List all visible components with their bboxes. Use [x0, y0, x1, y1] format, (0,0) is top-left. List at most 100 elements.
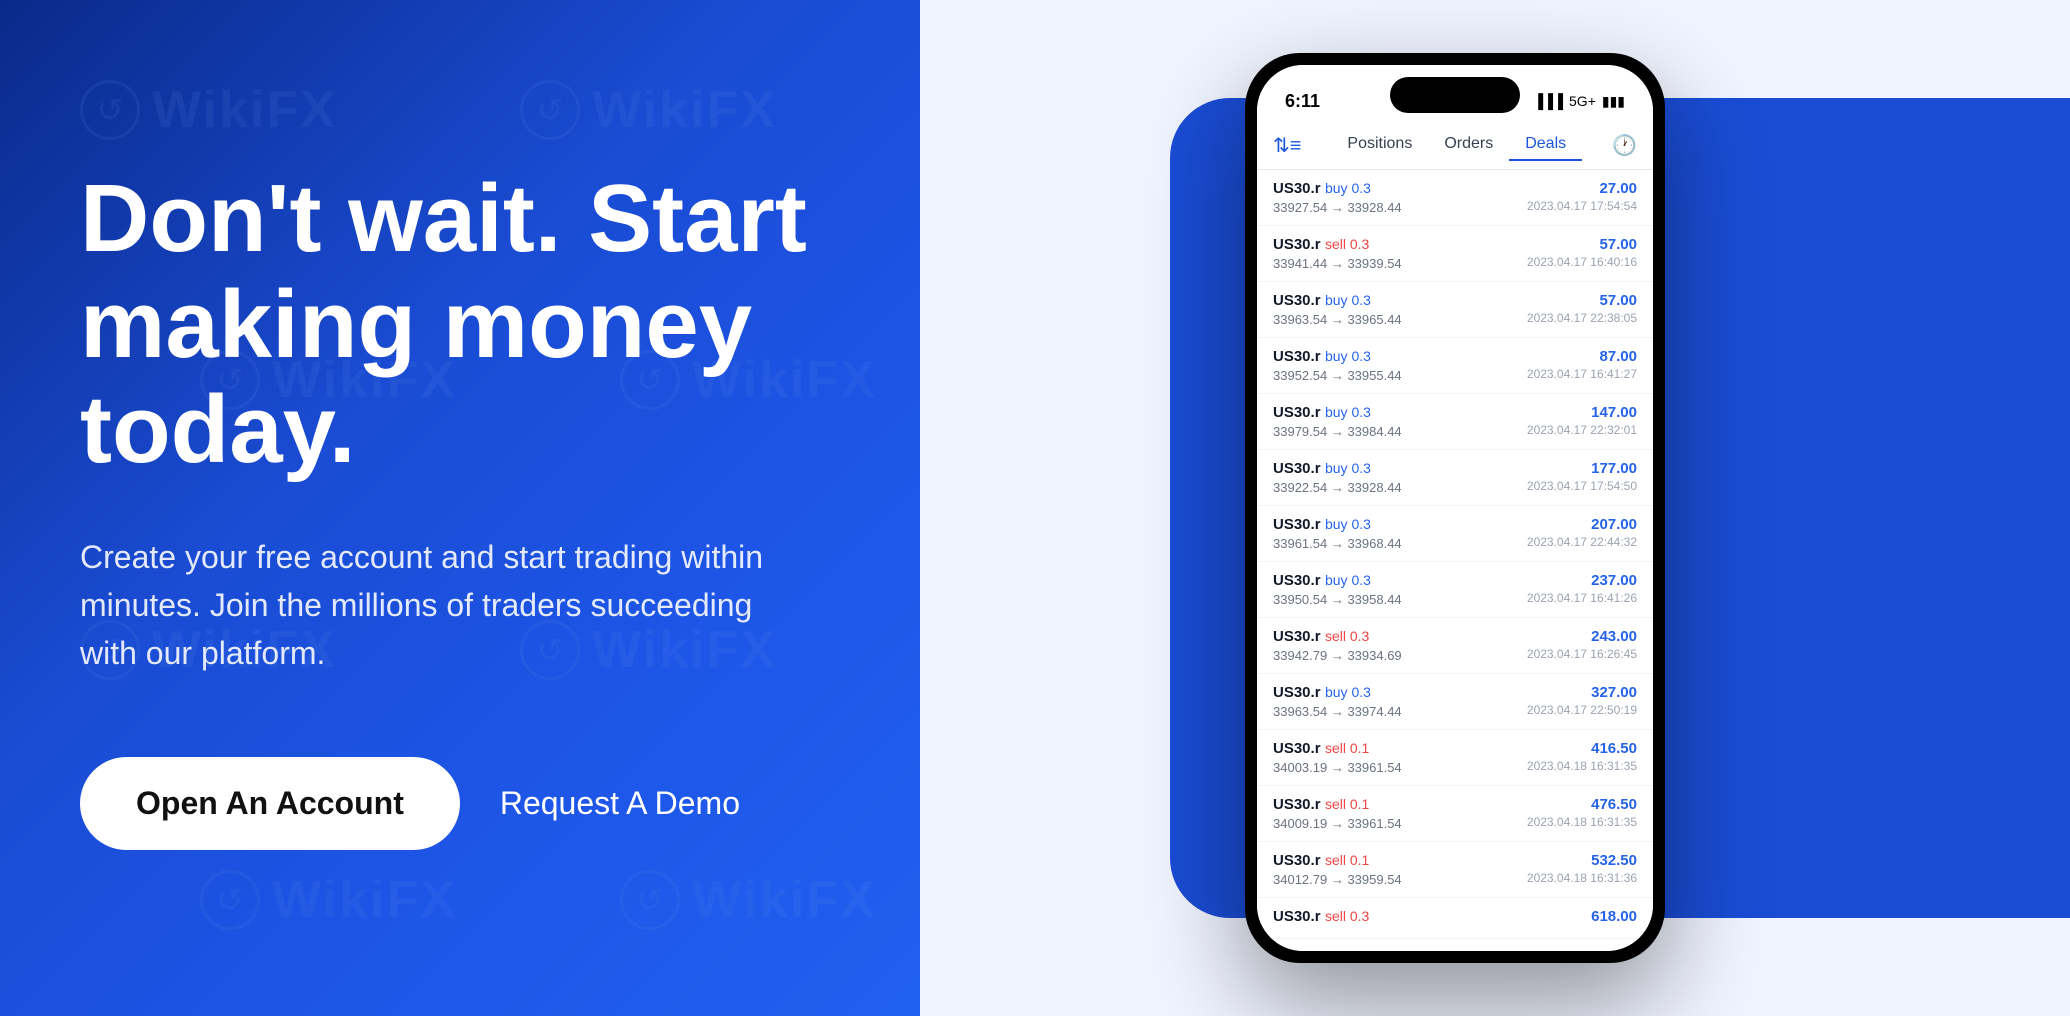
trade-time-6: 2023.04.17 22:44:32	[1527, 535, 1637, 549]
trade-row: US30.r buy 0.3 33963.54 → 33965.44 57.00…	[1257, 282, 1653, 338]
trade-symbol-11: US30.r sell 0.1	[1273, 796, 1402, 814]
trade-prices-11: 34009.19 → 33961.54	[1273, 816, 1402, 831]
trade-profit-11: 476.50	[1527, 796, 1637, 813]
trade-prices-4: 33979.54 → 33984.44	[1273, 424, 1402, 439]
trade-symbol-1: US30.r sell 0.3	[1273, 236, 1402, 254]
trade-profit-5: 177.00	[1527, 460, 1637, 477]
trade-left-2: US30.r buy 0.3 33963.54 → 33965.44	[1273, 292, 1402, 327]
trade-list: US30.r buy 0.3 33927.54 → 33928.44 27.00…	[1257, 170, 1653, 951]
trade-symbol-7: US30.r buy 0.3	[1273, 572, 1402, 590]
trade-left-13: US30.r sell 0.3	[1273, 908, 1369, 928]
trade-left-12: US30.r sell 0.1 34012.79 → 33959.54	[1273, 852, 1402, 887]
trade-row: US30.r sell 0.1 34003.19 → 33961.54 416.…	[1257, 730, 1653, 786]
battery-icon: ▮▮▮	[1602, 93, 1625, 110]
trade-left-7: US30.r buy 0.3 33950.54 → 33958.44	[1273, 572, 1402, 607]
trade-time-7: 2023.04.17 16:41:26	[1527, 591, 1637, 605]
trade-time-1: 2023.04.17 16:40:16	[1527, 255, 1637, 269]
trade-profit-4: 147.00	[1527, 404, 1637, 421]
trade-row: US30.r sell 0.3 33941.44 → 33939.54 57.0…	[1257, 226, 1653, 282]
trade-right-8: 243.00 2023.04.17 16:26:45	[1527, 628, 1637, 661]
page-wrapper: ↺ WikiFX ↺ WikiFX ↺ WikiFX ↺ WikiFX ↺ Wi…	[0, 0, 2070, 1016]
trade-profit-13: 618.00	[1591, 908, 1637, 925]
left-section: ↺ WikiFX ↺ WikiFX ↺ WikiFX ↺ WikiFX ↺ Wi…	[0, 0, 920, 1016]
trade-symbol-0: US30.r buy 0.3	[1273, 180, 1402, 198]
nav-left-icons: ⇅≡	[1273, 133, 1301, 158]
trade-left-4: US30.r buy 0.3 33979.54 → 33984.44	[1273, 404, 1402, 439]
trade-right-1: 57.00 2023.04.17 16:40:16	[1527, 236, 1637, 269]
filter-sort-icon[interactable]: ⇅≡	[1273, 133, 1301, 158]
trade-right-13: 618.00	[1591, 908, 1637, 927]
trade-symbol-10: US30.r sell 0.1	[1273, 740, 1402, 758]
watermark-7: ↺ WikiFX	[200, 870, 457, 930]
trade-prices-0: 33927.54 → 33928.44	[1273, 200, 1402, 215]
trade-profit-8: 243.00	[1527, 628, 1637, 645]
trade-right-5: 177.00 2023.04.17 17:54:50	[1527, 460, 1637, 493]
trade-right-4: 147.00 2023.04.17 22:32:01	[1527, 404, 1637, 437]
right-section: 6:11 ▐▐▐ 5G+ ▮▮▮ ⇅≡ Positions Orders	[920, 0, 2070, 1016]
trade-right-12: 532.50 2023.04.18 16:31:36	[1527, 852, 1637, 885]
open-account-button[interactable]: Open An Account	[80, 757, 460, 850]
trade-right-9: 327.00 2023.04.17 22:50:19	[1527, 684, 1637, 717]
trade-time-4: 2023.04.17 22:32:01	[1527, 423, 1637, 437]
trade-left-6: US30.r buy 0.3 33961.54 → 33968.44	[1273, 516, 1402, 551]
trade-row: US30.r sell 0.1 34009.19 → 33961.54 476.…	[1257, 786, 1653, 842]
trade-right-7: 237.00 2023.04.17 16:41:26	[1527, 572, 1637, 605]
trade-profit-0: 27.00	[1527, 180, 1637, 197]
trade-symbol-12: US30.r sell 0.1	[1273, 852, 1402, 870]
trade-profit-6: 207.00	[1527, 516, 1637, 533]
trade-right-3: 87.00 2023.04.17 16:41:27	[1527, 348, 1637, 381]
trade-prices-5: 33922.54 → 33928.44	[1273, 480, 1402, 495]
trade-time-2: 2023.04.17 22:38:05	[1527, 311, 1637, 325]
trade-row: US30.r buy 0.3 33963.54 → 33974.44 327.0…	[1257, 674, 1653, 730]
watermark-2: ↺ WikiFX	[520, 80, 777, 140]
trade-profit-10: 416.50	[1527, 740, 1637, 757]
clock-icon[interactable]: 🕐	[1612, 133, 1637, 158]
trade-left-0: US30.r buy 0.3 33927.54 → 33928.44	[1273, 180, 1402, 215]
trade-right-2: 57.00 2023.04.17 22:38:05	[1527, 292, 1637, 325]
tab-positions[interactable]: Positions	[1331, 129, 1428, 161]
phone-screen: 6:11 ▐▐▐ 5G+ ▮▮▮ ⇅≡ Positions Orders	[1257, 65, 1653, 951]
trade-left-9: US30.r buy 0.3 33963.54 → 33974.44	[1273, 684, 1402, 719]
trade-row: US30.r sell 0.1 34012.79 → 33959.54 532.…	[1257, 842, 1653, 898]
trade-prices-10: 34003.19 → 33961.54	[1273, 760, 1402, 775]
signal-bars-icon: ▐▐▐	[1533, 93, 1563, 109]
trade-prices-2: 33963.54 → 33965.44	[1273, 312, 1402, 327]
tab-group: Positions Orders Deals	[1331, 129, 1582, 161]
status-icons: ▐▐▐ 5G+ ▮▮▮	[1533, 93, 1625, 110]
trade-right-11: 476.50 2023.04.18 16:31:35	[1527, 796, 1637, 829]
trade-symbol-9: US30.r buy 0.3	[1273, 684, 1402, 702]
tab-deals[interactable]: Deals	[1509, 129, 1582, 161]
trade-row: US30.r buy 0.3 33979.54 → 33984.44 147.0…	[1257, 394, 1653, 450]
trade-symbol-3: US30.r buy 0.3	[1273, 348, 1402, 366]
trade-time-8: 2023.04.17 16:26:45	[1527, 647, 1637, 661]
trade-left-3: US30.r buy 0.3 33952.54 → 33955.44	[1273, 348, 1402, 383]
app-nav: ⇅≡ Positions Orders Deals 🕐	[1257, 121, 1653, 170]
subtext: Create your free account and start tradi…	[80, 533, 800, 677]
trade-symbol-2: US30.r buy 0.3	[1273, 292, 1402, 310]
trade-prices-1: 33941.44 → 33939.54	[1273, 256, 1402, 271]
request-demo-button[interactable]: Request A Demo	[500, 785, 740, 822]
trade-symbol-4: US30.r buy 0.3	[1273, 404, 1402, 422]
trade-time-0: 2023.04.17 17:54:54	[1527, 199, 1637, 213]
trade-time-10: 2023.04.18 16:31:35	[1527, 759, 1637, 773]
trade-symbol-6: US30.r buy 0.3	[1273, 516, 1402, 534]
trade-profit-3: 87.00	[1527, 348, 1637, 365]
trade-symbol-5: US30.r buy 0.3	[1273, 460, 1402, 478]
trade-symbol-13: US30.r sell 0.3	[1273, 908, 1369, 926]
trade-left-8: US30.r sell 0.3 33942.79 → 33934.69	[1273, 628, 1402, 663]
trade-time-11: 2023.04.18 16:31:35	[1527, 815, 1637, 829]
trade-left-5: US30.r buy 0.3 33922.54 → 33928.44	[1273, 460, 1402, 495]
trade-right-10: 416.50 2023.04.18 16:31:35	[1527, 740, 1637, 773]
trade-left-11: US30.r sell 0.1 34009.19 → 33961.54	[1273, 796, 1402, 831]
tab-orders[interactable]: Orders	[1428, 129, 1509, 161]
status-time: 6:11	[1285, 91, 1320, 112]
phone-mockup: 6:11 ▐▐▐ 5G+ ▮▮▮ ⇅≡ Positions Orders	[1245, 53, 1665, 963]
trade-row: US30.r buy 0.3 33927.54 → 33928.44 27.00…	[1257, 170, 1653, 226]
trade-row: US30.r buy 0.3 33952.54 → 33955.44 87.00…	[1257, 338, 1653, 394]
trade-row: US30.r buy 0.3 33922.54 → 33928.44 177.0…	[1257, 450, 1653, 506]
trade-time-12: 2023.04.18 16:31:36	[1527, 871, 1637, 885]
trade-left-10: US30.r sell 0.1 34003.19 → 33961.54	[1273, 740, 1402, 775]
cta-buttons: Open An Account Request A Demo	[80, 757, 840, 850]
trade-prices-8: 33942.79 → 33934.69	[1273, 648, 1402, 663]
trade-time-3: 2023.04.17 16:41:27	[1527, 367, 1637, 381]
